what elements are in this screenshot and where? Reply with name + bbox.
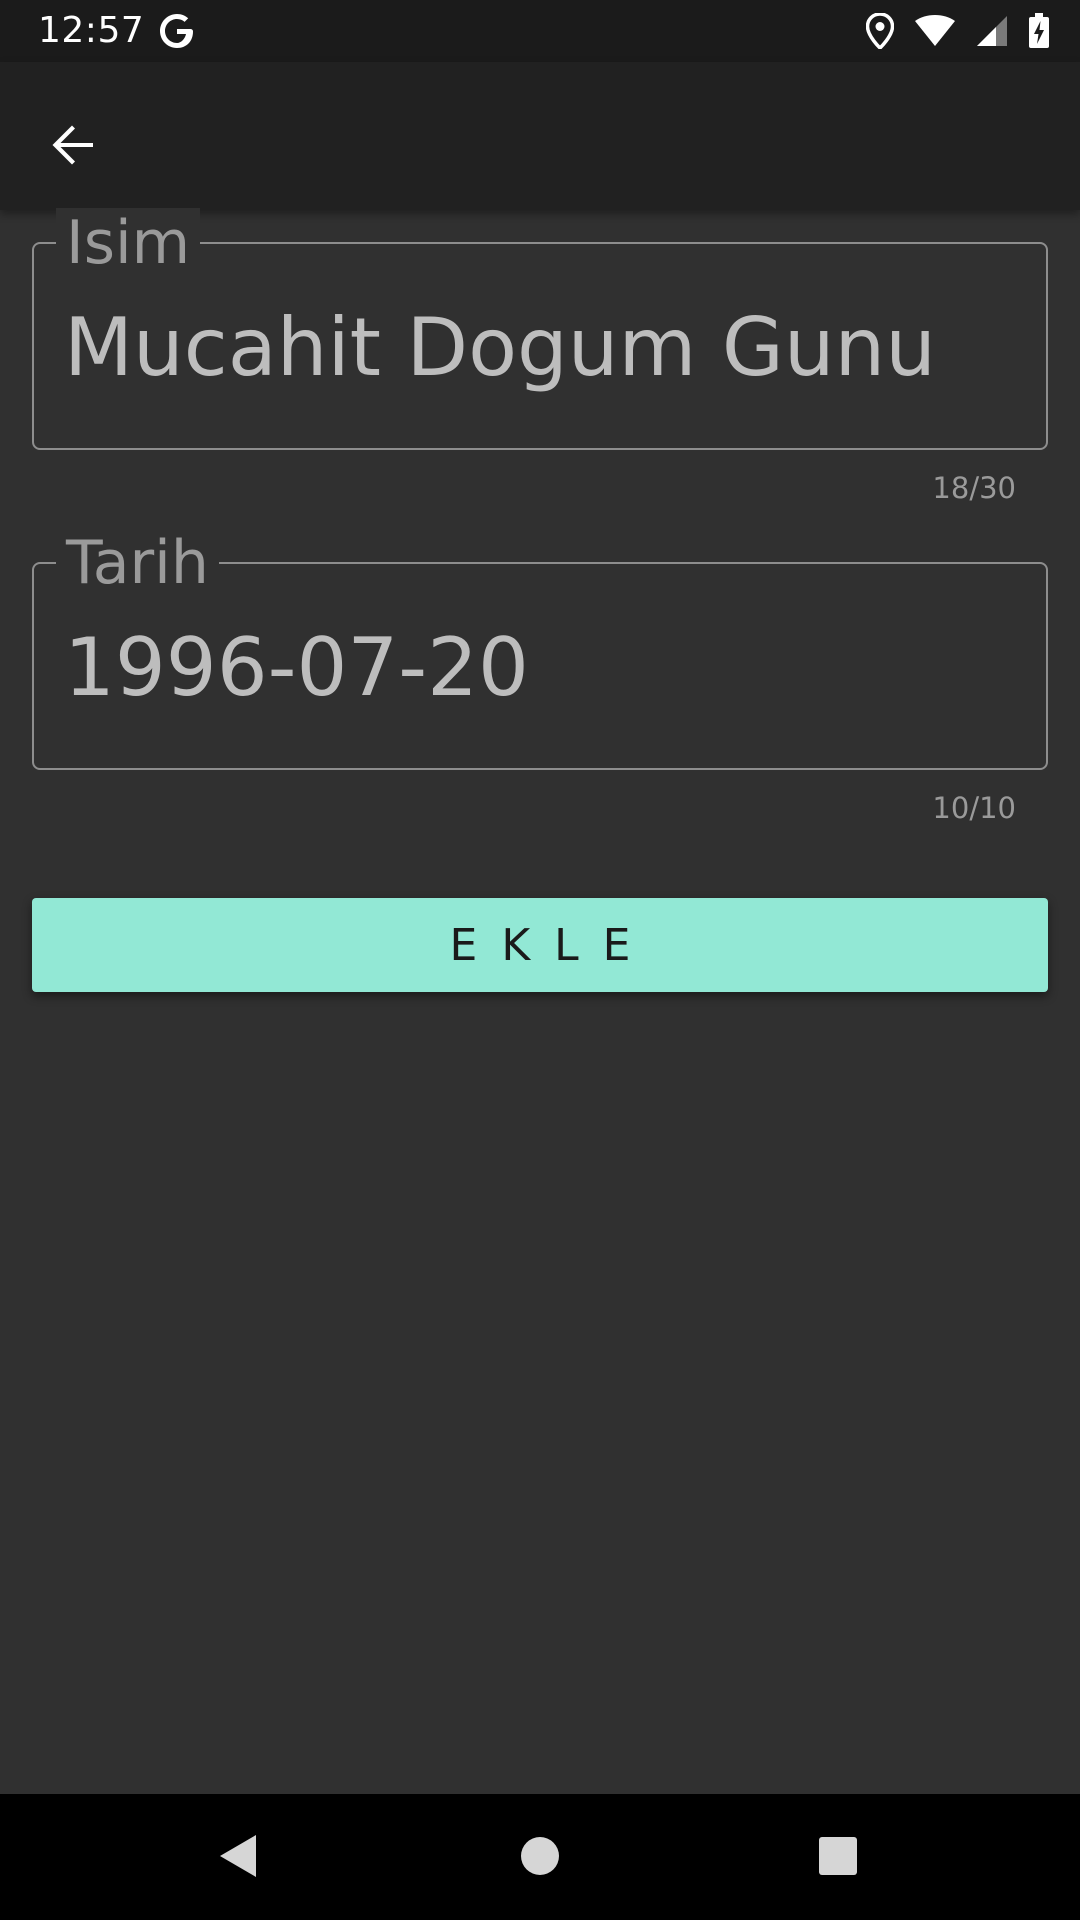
back-button[interactable]	[30, 102, 116, 188]
nav-recents-button[interactable]	[806, 1824, 870, 1888]
nav-home-button[interactable]	[508, 1824, 572, 1888]
signal-icon	[976, 15, 1008, 47]
date-input[interactable]	[64, 618, 1014, 718]
name-field-label: Isim	[56, 208, 201, 278]
wifi-icon	[914, 15, 956, 47]
app-bar	[0, 62, 1080, 210]
name-field[interactable]: Isim	[32, 208, 1048, 450]
date-char-counter: 10/10	[932, 791, 1016, 825]
add-button[interactable]: EKLE	[32, 898, 1048, 992]
nav-recents-icon	[819, 1837, 857, 1875]
arrow-back-icon	[52, 125, 93, 165]
google-icon	[158, 12, 196, 50]
battery-charging-icon	[1028, 13, 1050, 49]
status-bar: 12:57	[0, 0, 1080, 62]
name-char-counter: 18/30	[932, 471, 1016, 505]
status-time: 12:57	[38, 10, 145, 51]
nav-home-icon	[521, 1837, 559, 1875]
date-field[interactable]: Tarih	[32, 528, 1048, 770]
name-input[interactable]	[64, 298, 1014, 398]
nav-back-icon	[220, 1835, 256, 1877]
nav-back-button[interactable]	[206, 1824, 270, 1888]
navigation-bar	[0, 1794, 1080, 1920]
date-field-label: Tarih	[56, 528, 219, 598]
location-icon	[866, 13, 894, 49]
